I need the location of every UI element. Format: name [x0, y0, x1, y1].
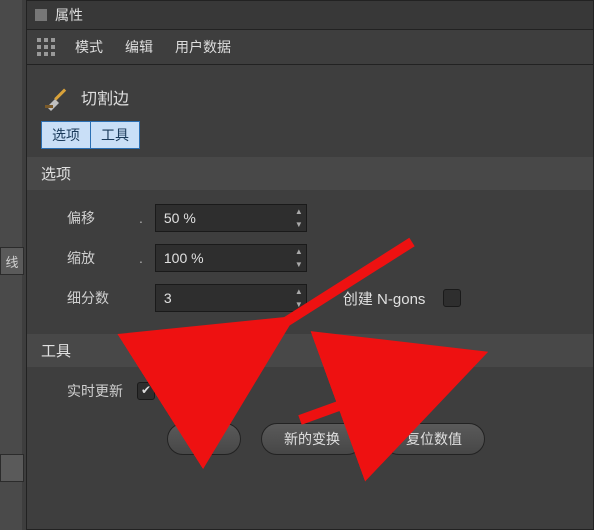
section-tool: 实时更新 应用 新的变换 复位数值 — [27, 367, 593, 465]
menu-mode[interactable]: 模式 — [71, 35, 107, 59]
chevron-up-icon[interactable]: ▲ — [292, 205, 306, 218]
section-header-tool: 工具 — [27, 334, 593, 367]
scale-label: 缩放 — [67, 248, 131, 268]
separator-dot: . — [139, 210, 143, 226]
tab-strip: 选项 工具 — [27, 121, 593, 157]
spinner-arrows[interactable]: ▲▼ — [292, 245, 306, 271]
scale-value: 100 % — [156, 250, 292, 266]
offset-label: 偏移 — [67, 208, 131, 228]
separator-dot: . — [139, 250, 143, 266]
chevron-up-icon[interactable]: ▲ — [292, 245, 306, 258]
menu-edit[interactable]: 编辑 — [121, 35, 157, 59]
attributes-panel: 属性 模式 编辑 用户数据 切割边 — [26, 0, 594, 530]
spinner-arrows[interactable]: ▲▼ — [292, 205, 306, 231]
left-strip-label: 线 — [5, 252, 18, 271]
tool-header: 切割边 — [27, 65, 593, 121]
apply-button[interactable]: 应用 — [167, 423, 241, 455]
spinner-arrows[interactable]: ▲▼ — [292, 285, 306, 311]
field-offset: 偏移 . 50 % ▲▼ — [67, 204, 573, 232]
menu-userdata[interactable]: 用户数据 — [171, 35, 235, 59]
panel-title: 属性 — [55, 5, 83, 25]
tool-name: 切割边 — [81, 85, 129, 109]
subdiv-label: 细分数 — [67, 288, 131, 308]
panel-titlebar: 属性 — [27, 1, 593, 30]
ngons-checkbox[interactable] — [443, 289, 461, 307]
offset-value: 50 % — [156, 210, 292, 226]
panel-icon — [35, 9, 47, 21]
field-scale: 缩放 . 100 % ▲▼ — [67, 244, 573, 272]
section-header-options: 选项 — [27, 157, 593, 190]
reset-button[interactable]: 复位数值 — [383, 423, 485, 455]
knife-tool-icon — [43, 83, 71, 111]
chevron-down-icon[interactable]: ▼ — [292, 298, 306, 311]
panel-menubar: 模式 编辑 用户数据 — [27, 30, 593, 65]
left-strip-button[interactable]: 线 — [0, 247, 24, 275]
subdiv-value: 3 — [156, 290, 292, 306]
left-toolbar: 线 — [0, 0, 22, 530]
subdiv-input[interactable]: 3 ▲▼ — [155, 284, 307, 312]
scale-input[interactable]: 100 % ▲▼ — [155, 244, 307, 272]
offset-input[interactable]: 50 % ▲▼ — [155, 204, 307, 232]
new-transform-button[interactable]: 新的变换 — [261, 423, 363, 455]
realtime-label: 实时更新 — [67, 381, 123, 401]
left-strip-button[interactable] — [0, 454, 24, 482]
button-row: 应用 新的变换 复位数值 — [67, 413, 573, 455]
grid-icon[interactable] — [35, 36, 57, 58]
tab-options[interactable]: 选项 — [41, 121, 91, 149]
chevron-down-icon[interactable]: ▼ — [292, 218, 306, 231]
realtime-checkbox[interactable] — [137, 382, 155, 400]
tab-tool[interactable]: 工具 — [91, 121, 140, 149]
chevron-up-icon[interactable]: ▲ — [292, 285, 306, 298]
section-options: 偏移 . 50 % ▲▼ 缩放 . 100 % ▲▼ 细分数 . 3 — [27, 190, 593, 334]
chevron-down-icon[interactable]: ▼ — [292, 258, 306, 271]
field-realtime: 实时更新 — [67, 381, 573, 401]
field-subdivisions: 细分数 . 3 ▲▼ 创建 N-gons — [67, 284, 573, 312]
ngons-label: 创建 N-gons — [343, 288, 426, 309]
